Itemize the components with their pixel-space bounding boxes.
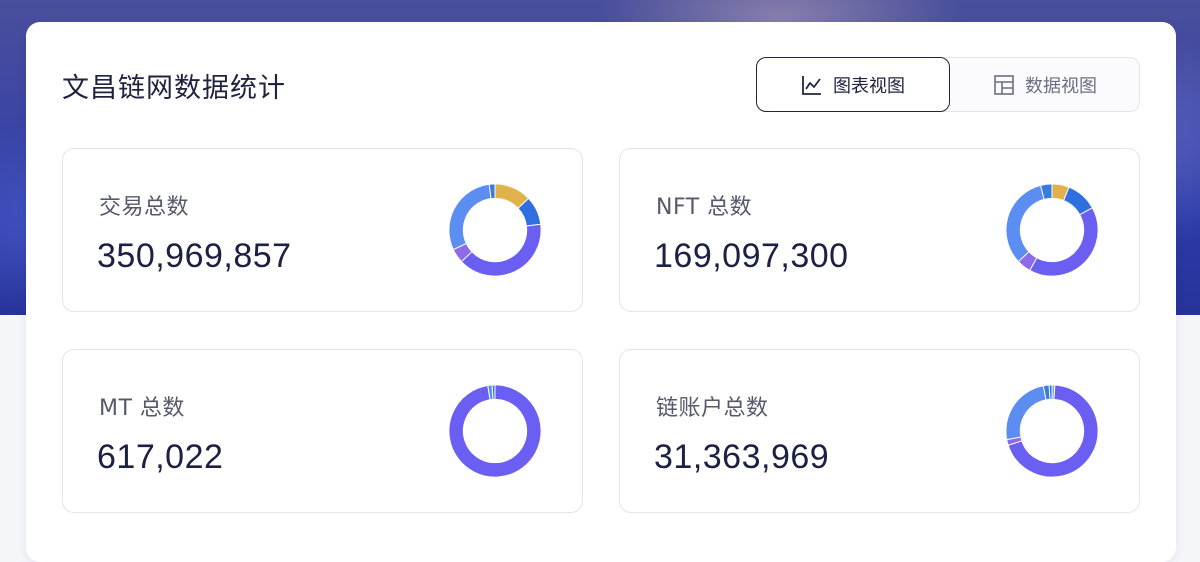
view-toggle: 图表视图 数据视图: [756, 57, 1140, 112]
stat-label: NFT 总数: [656, 195, 753, 220]
stat-card-nft[interactable]: NFT 总数 169,097,300: [619, 148, 1140, 312]
donut-segment[interactable]: [1005, 184, 1045, 263]
stat-value: 617,022: [97, 438, 224, 476]
donut-chart-nft: [1005, 183, 1099, 277]
statistics-panel: 文昌链网数据统计 图表视图 数据视图 交易总数 350,969,857 NFT …: [26, 22, 1176, 562]
stat-label: MT 总数: [99, 396, 185, 421]
donut-segment[interactable]: [1005, 385, 1047, 441]
stat-card-chain-accounts[interactable]: 链账户总数 31,363,969: [619, 349, 1140, 513]
stat-value: 31,363,969: [654, 438, 830, 476]
line-chart-icon: [801, 74, 823, 96]
donut-segment[interactable]: [491, 384, 496, 400]
donut-chart-mt: [448, 384, 542, 478]
donut-segment[interactable]: [448, 183, 492, 251]
donut-segment[interactable]: [460, 223, 542, 277]
stat-card-transactions[interactable]: 交易总数 350,969,857: [62, 148, 583, 312]
donut-chart-chain-accounts: [1005, 384, 1099, 478]
page-title: 文昌链网数据统计: [62, 73, 286, 104]
data-view-label: 数据视图: [1025, 75, 1097, 97]
data-view-button[interactable]: 数据视图: [950, 57, 1140, 112]
donut-segment[interactable]: [1048, 384, 1053, 400]
stat-card-mt[interactable]: MT 总数 617,022: [62, 349, 583, 513]
table-icon: [993, 74, 1015, 96]
donut-chart-transactions: [448, 183, 542, 277]
stat-label: 链账户总数: [656, 396, 769, 421]
stat-value: 350,969,857: [97, 237, 292, 275]
donut-segment[interactable]: [1029, 207, 1099, 277]
chart-view-button[interactable]: 图表视图: [756, 57, 950, 112]
stat-value: 169,097,300: [654, 237, 849, 275]
stat-label: 交易总数: [99, 195, 190, 220]
chart-view-label: 图表视图: [833, 75, 905, 97]
